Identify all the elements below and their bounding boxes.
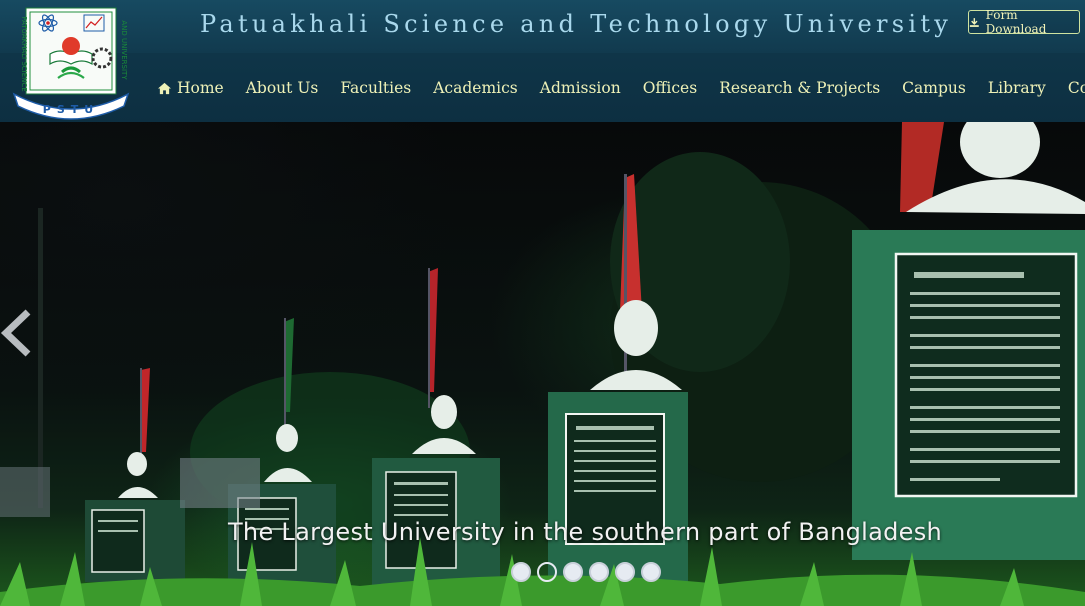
slide-dot-3[interactable] [563, 562, 583, 582]
slide-dot-1[interactable] [511, 562, 531, 582]
download-icon [969, 17, 979, 27]
home-icon [158, 82, 171, 94]
slide-dot-5[interactable] [615, 562, 635, 582]
main-nav: Home About Us Faculties Academics Admiss… [146, 72, 1085, 104]
slide-dot-6[interactable] [641, 562, 661, 582]
chevron-left-icon[interactable] [0, 308, 34, 358]
nav-item-about-us[interactable]: About Us [235, 79, 330, 97]
nav-item-academics[interactable]: Academics [422, 79, 529, 97]
nav-item-campus[interactable]: Campus [891, 79, 977, 97]
slide-indicators [511, 562, 661, 582]
nav-item-admission[interactable]: Admission [529, 79, 632, 97]
nav-item-faculties[interactable]: Faculties [329, 79, 422, 97]
slide-caption: The Largest University in the southern p… [227, 518, 943, 546]
form-download-button[interactable]: Form Download [968, 8, 1080, 36]
nav-label-home: Home [177, 79, 224, 97]
university-logo[interactable]: PATUAKHALI SCIENCE AND UNIVERSITY PSTU [10, 6, 132, 120]
site-header: PATUAKHALI SCIENCE AND UNIVERSITY PSTU P… [0, 0, 1085, 122]
nav-item-offices[interactable]: Offices [632, 79, 709, 97]
nav-item-home[interactable]: Home [146, 79, 235, 97]
site-title: Patuakhali Science and Technology Univer… [200, 10, 953, 38]
nav-item-library[interactable]: Library [977, 79, 1057, 97]
slide-dot-2[interactable] [537, 562, 557, 582]
svg-text:PATUAKHALI SCIENCE: PATUAKHALI SCIENCE [20, 16, 28, 91]
svg-text:PSTU: PSTU [43, 103, 99, 116]
svg-text:AND UNIVERSITY: AND UNIVERSITY [120, 20, 128, 80]
form-download-label: Form Download [985, 8, 1047, 36]
hero-slider: The Largest University in the southern p… [0, 122, 1085, 606]
nav-item-convocation[interactable]: Convocation [1057, 79, 1085, 97]
slide-dot-4[interactable] [589, 562, 609, 582]
nav-item-research-projects[interactable]: Research & Projects [708, 79, 891, 97]
